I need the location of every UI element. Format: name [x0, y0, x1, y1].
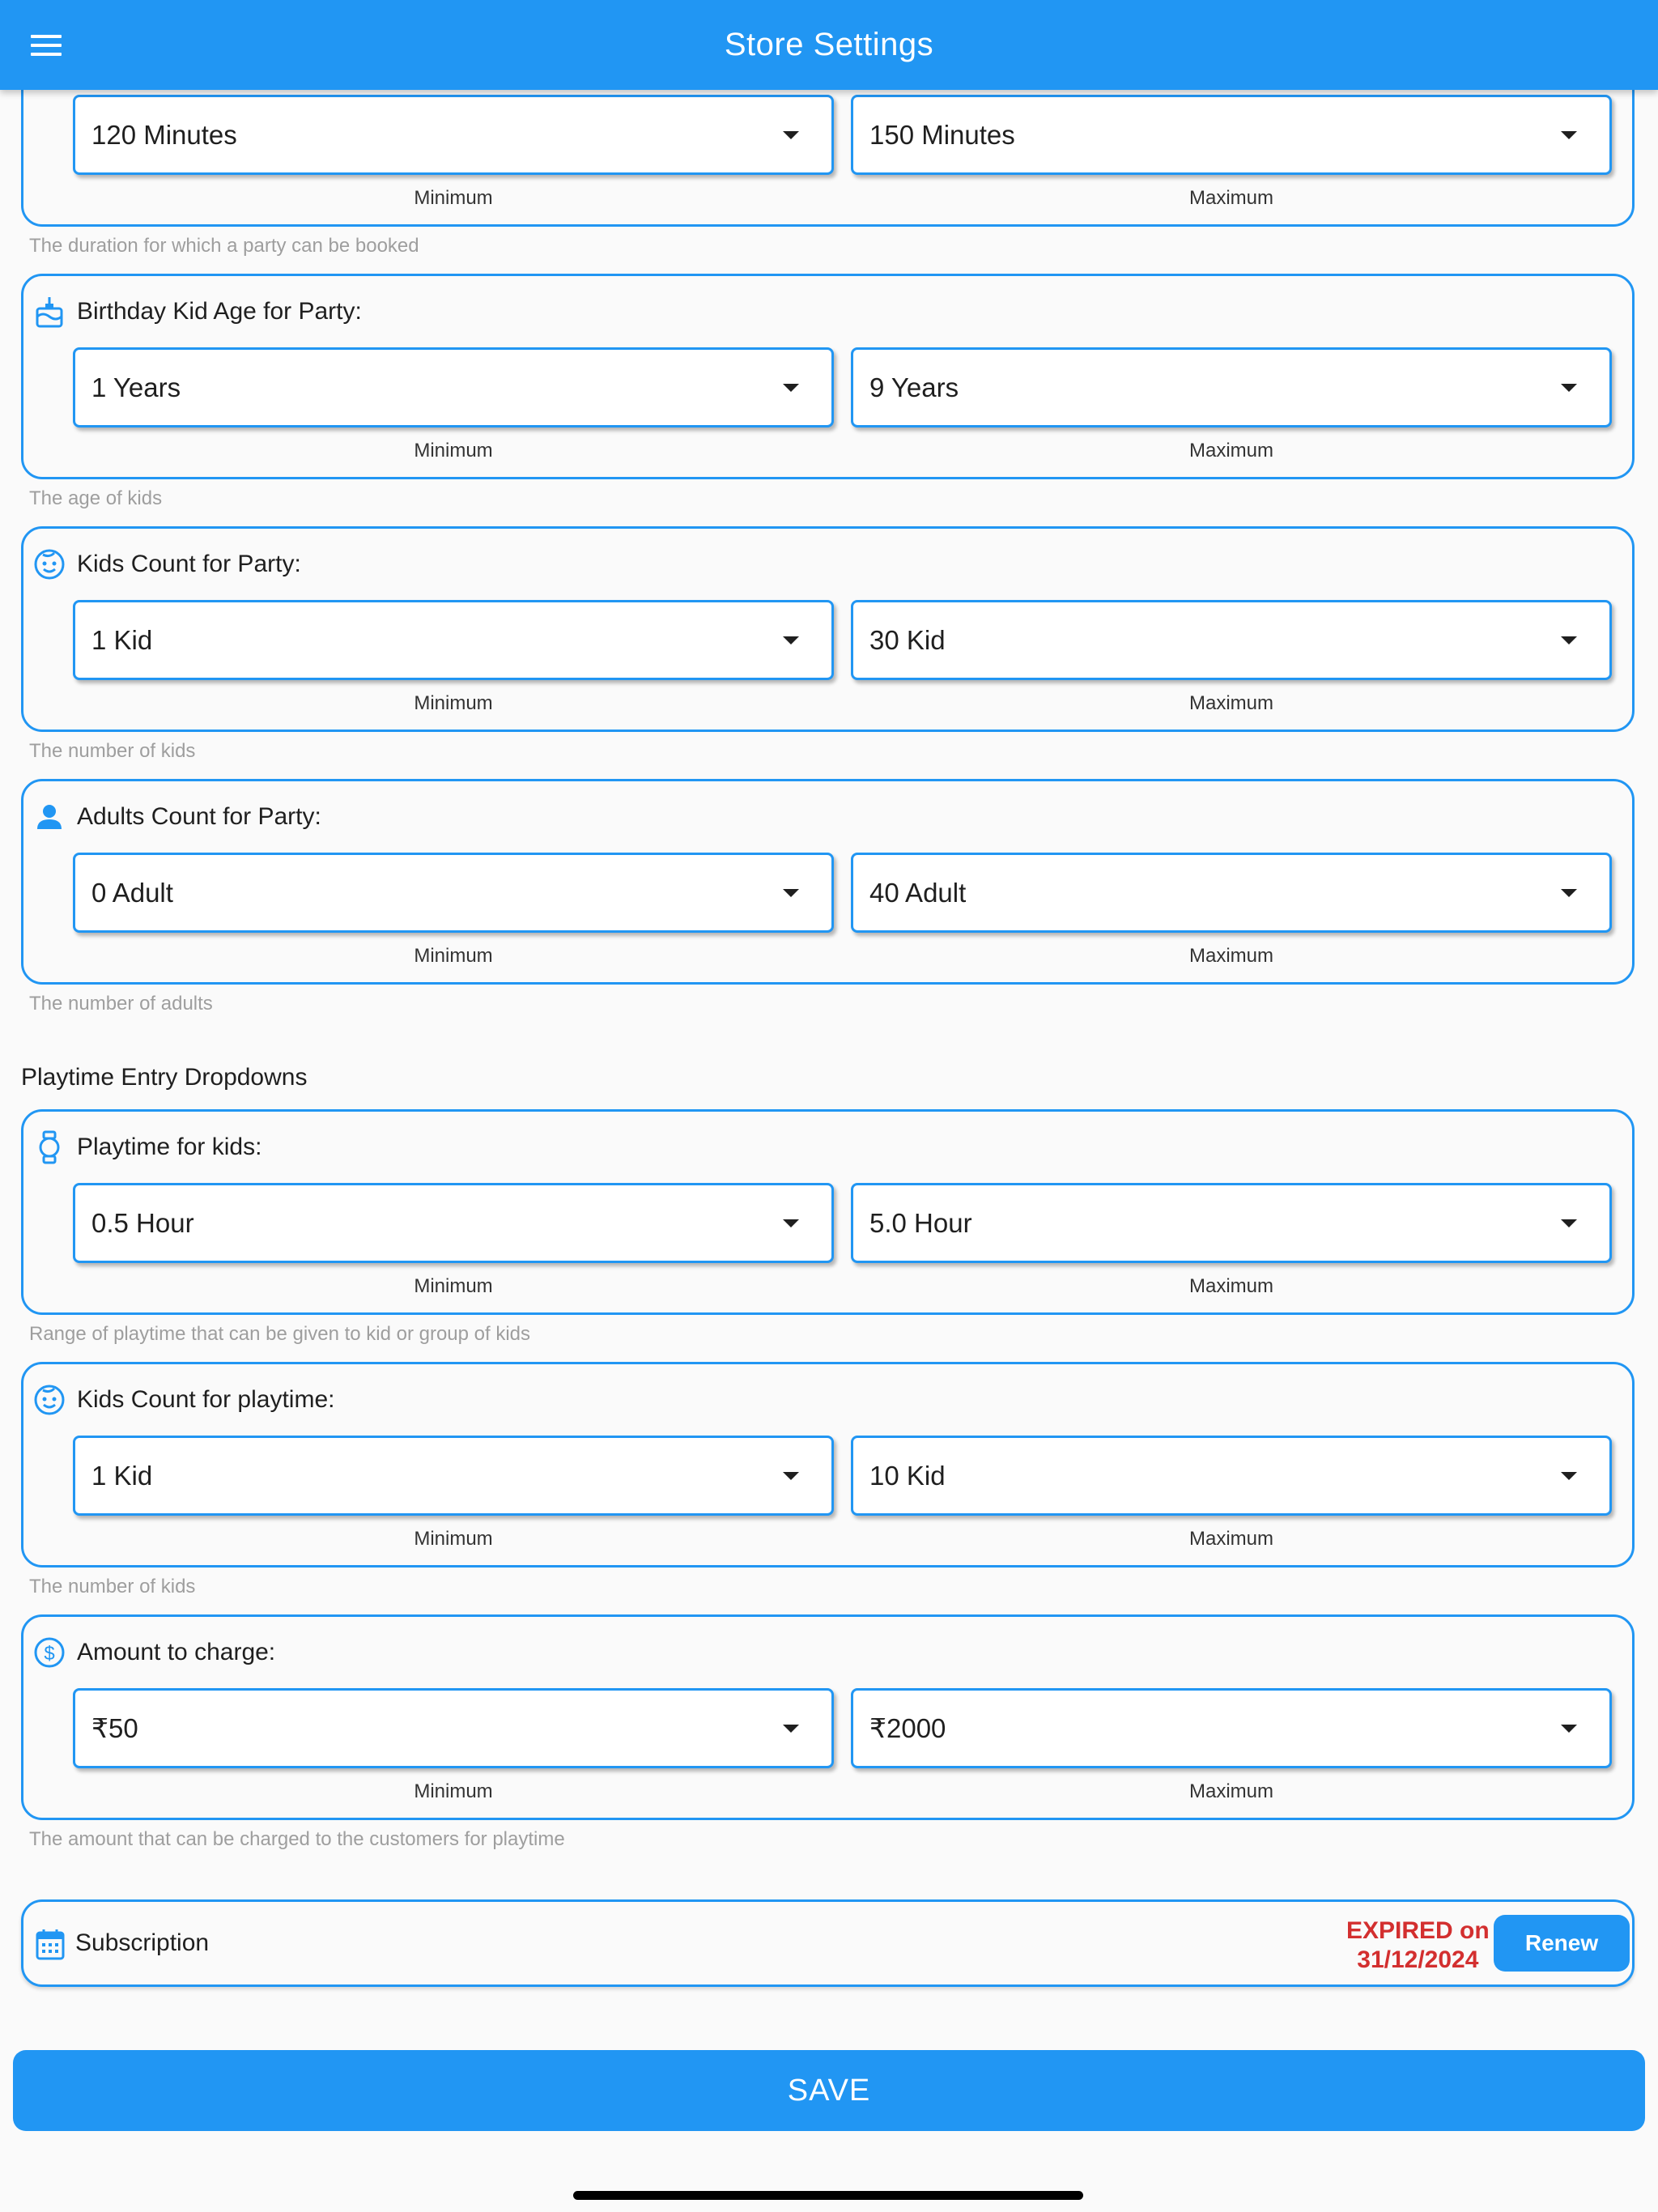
page-title: Store Settings [724, 27, 934, 62]
svg-text:$: $ [44, 1643, 54, 1665]
card-title: Kids Count for playtime: [77, 1386, 335, 1413]
card-title: Amount to charge: [77, 1639, 276, 1665]
dropdown-arrow-icon [783, 1724, 799, 1733]
dropdown-arrow-icon [1561, 1724, 1577, 1733]
amount-to-charge-card: $ Amount to charge: ₹50 ₹2000 Minimum Ma… [21, 1614, 1635, 1820]
app-bar: Store Settings [0, 0, 1658, 90]
dropdown-value: 30 Kid [869, 624, 946, 655]
max-caption: Maximum [1188, 1528, 1273, 1550]
dropdown-arrow-icon [783, 1219, 799, 1227]
playtime-for-kids-card: Playtime for kids: 0.5 Hour 5.0 Hour Min… [21, 1109, 1635, 1315]
playtime-min-dropdown[interactable]: 0.5 Hour [73, 1183, 834, 1263]
dropdown-arrow-icon [783, 130, 799, 139]
dropdown-value: 0.5 Hour [91, 1207, 194, 1238]
max-caption: Maximum [1188, 1780, 1273, 1802]
dollar-circle-icon: $ [33, 1636, 66, 1669]
playtime-max-dropdown[interactable]: 5.0 Hour [851, 1183, 1612, 1263]
kids-count-playtime-card: Kids Count for playtime: 1 Kid 10 Kid Mi… [21, 1362, 1635, 1568]
dropdown-value: 150 Minutes [869, 119, 1015, 150]
subscription-status: EXPIRED on 31/12/2024 [1346, 1916, 1490, 1975]
adults-count-party-card: Adults Count for Party: 0 Adult 40 Adult… [21, 779, 1635, 985]
dropdown-arrow-icon [1561, 888, 1577, 897]
min-caption: Minimum [414, 187, 493, 209]
dropdown-value: 1 Kid [91, 624, 153, 655]
dropdown-arrow-icon [1561, 130, 1577, 139]
playtime-kids-max-dropdown[interactable]: 10 Kid [851, 1436, 1612, 1516]
max-caption: Maximum [1188, 1275, 1273, 1297]
dropdown-value: 9 Years [869, 372, 959, 402]
party-duration-helper: The duration for which a party can be bo… [29, 235, 419, 257]
min-caption: Minimum [414, 440, 493, 462]
adults-count-min-dropdown[interactable]: 0 Adult [73, 853, 834, 933]
subscription-label: Subscription [75, 1929, 210, 1956]
max-caption: Maximum [1188, 692, 1273, 714]
kid-age-min-dropdown[interactable]: 1 Years [73, 347, 834, 428]
dropdown-arrow-icon [783, 383, 799, 392]
playtime-kids-helper: The number of kids [29, 1576, 196, 1597]
dropdown-arrow-icon [1561, 383, 1577, 392]
dropdown-arrow-icon [783, 888, 799, 897]
person-icon [33, 801, 66, 833]
card-title: Playtime for kids: [77, 1134, 262, 1160]
menu-icon[interactable] [31, 35, 62, 56]
kids-count-min-dropdown[interactable]: 1 Kid [73, 600, 834, 680]
party-duration-max-dropdown[interactable]: 150 Minutes [851, 95, 1612, 175]
dropdown-value: 120 Minutes [91, 119, 237, 150]
subscription-card: Subscription EXPIRED on 31/12/2024 Renew [21, 1899, 1635, 1987]
party-duration-min-dropdown[interactable]: 120 Minutes [73, 95, 834, 175]
watch-icon [33, 1130, 66, 1164]
dropdown-value: 1 Years [91, 372, 181, 402]
amount-min-dropdown[interactable]: ₹50 [73, 1688, 834, 1768]
playtime-kids-min-dropdown[interactable]: 1 Kid [73, 1436, 834, 1516]
save-button[interactable]: SAVE [13, 2050, 1645, 2131]
adults-count-helper: The number of adults [29, 993, 213, 1015]
card-title: Adults Count for Party: [77, 803, 321, 830]
child-face-icon [33, 548, 66, 581]
max-caption: Maximum [1188, 187, 1273, 209]
renew-button[interactable]: Renew [1494, 1915, 1630, 1972]
kids-count-max-dropdown[interactable]: 30 Kid [851, 600, 1612, 680]
min-caption: Minimum [414, 1275, 493, 1297]
min-caption: Minimum [414, 1528, 493, 1550]
dropdown-value: ₹50 [91, 1713, 138, 1743]
min-caption: Minimum [414, 692, 493, 714]
amount-max-dropdown[interactable]: ₹2000 [851, 1688, 1612, 1768]
amount-helper: The amount that can be charged to the cu… [29, 1828, 565, 1850]
max-caption: Maximum [1188, 440, 1273, 462]
dropdown-arrow-icon [1561, 1471, 1577, 1480]
card-title: Birthday Kid Age for Party: [77, 298, 362, 325]
kid-age-helper: The age of kids [29, 487, 163, 509]
cake-icon [33, 296, 66, 328]
dropdown-value: 0 Adult [91, 877, 173, 908]
calendar-icon [35, 1928, 67, 1960]
dropdown-value: 5.0 Hour [869, 1207, 972, 1238]
min-caption: Minimum [414, 945, 493, 967]
dropdown-value: 40 Adult [869, 877, 967, 908]
playtime-helper: Range of playtime that can be given to k… [29, 1323, 531, 1345]
home-indicator[interactable] [573, 2191, 1083, 2200]
dropdown-arrow-icon [783, 636, 799, 644]
kids-count-helper: The number of kids [29, 740, 196, 762]
max-caption: Maximum [1188, 945, 1273, 967]
dropdown-arrow-icon [1561, 636, 1577, 644]
expired-date: 31/12/2024 [1357, 1946, 1479, 1973]
dropdown-arrow-icon [1561, 1219, 1577, 1227]
dropdown-arrow-icon [783, 1471, 799, 1480]
expired-line: EXPIRED on [1346, 1917, 1490, 1944]
playtime-section-title: Playtime Entry Dropdowns [21, 1064, 308, 1091]
card-title: Kids Count for Party: [77, 551, 301, 577]
min-caption: Minimum [414, 1780, 493, 1802]
kids-count-party-card: Kids Count for Party: 1 Kid 30 Kid Minim… [21, 526, 1635, 732]
child-face-icon [33, 1384, 66, 1416]
kid-age-max-dropdown[interactable]: 9 Years [851, 347, 1612, 428]
adults-count-max-dropdown[interactable]: 40 Adult [851, 853, 1612, 933]
dropdown-value: 10 Kid [869, 1460, 946, 1491]
dropdown-value: 1 Kid [91, 1460, 153, 1491]
settings-scroll-content[interactable]: 120 Minutes 150 Minutes Minimum Maximum … [0, 0, 1658, 2212]
dropdown-value: ₹2000 [869, 1713, 946, 1743]
birthday-kid-age-card: Birthday Kid Age for Party: 1 Years 9 Ye… [21, 274, 1635, 479]
